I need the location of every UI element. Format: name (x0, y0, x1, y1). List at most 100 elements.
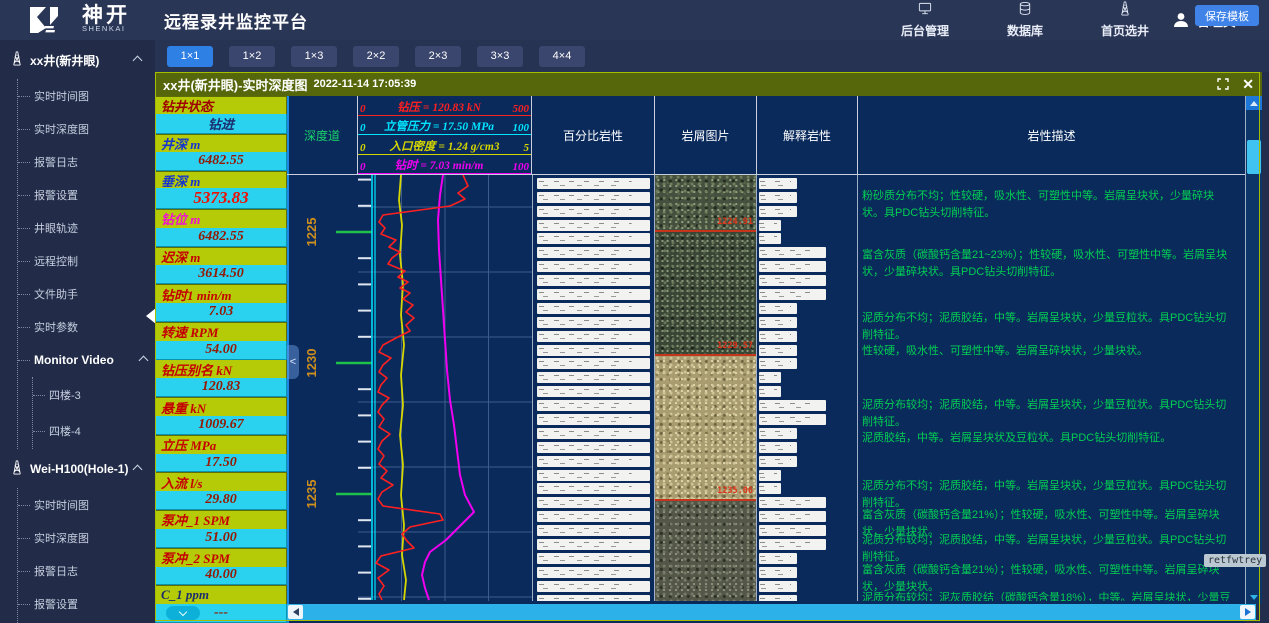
parameter-dropdown[interactable] (166, 606, 200, 620)
interpreted-lithology-bar (759, 345, 797, 356)
parameter-label: 泵冲_1 SPM (155, 510, 287, 529)
sidebar-item[interactable]: 报警设置 (18, 587, 155, 620)
sidebar-item-list: 实时时间图实时深度图报警日志报警设置井眼轨迹 (17, 488, 155, 623)
parameter: 井深 m6482.55 (155, 134, 287, 172)
sidebar-item[interactable]: 文件助手 (18, 277, 155, 310)
lithology-description: 性较硬，吸水性、可塑性中等。岩屑呈碎块状，少量块状。 (862, 343, 1235, 360)
nav-database[interactable]: 数据库 (1007, 0, 1043, 40)
scroll-down-arrow[interactable] (1246, 590, 1262, 604)
sidebar-item[interactable]: 实时深度图 (18, 112, 155, 145)
database-icon (1017, 1, 1033, 21)
curve-max: 5 (523, 142, 529, 154)
sidebar-well-section[interactable]: xx井(新井眼) (0, 40, 155, 79)
nav-well-select-label: 首页选井 (1101, 22, 1149, 39)
cuttings-photo-segment: 1224.91 (655, 175, 756, 232)
depth-track-header: 深度道 (287, 96, 358, 174)
parameter: 迟深 m3614.50 (155, 247, 287, 285)
sidebar-item[interactable]: 实时参数 (18, 310, 155, 343)
parameter-value: 54.00 (155, 341, 287, 360)
param-panel-collapse-handle[interactable]: < (287, 345, 299, 379)
interpreted-lithology-bar (759, 414, 826, 425)
sidebar-item[interactable]: 报警日志 (18, 145, 155, 178)
lithology-row (537, 511, 650, 522)
lithology-description: 泥质分布较均；泥灰质胶结（碳酸钙含量18%），中等。岩屑呈块状，少量豆粒状。具P… (862, 590, 1235, 601)
parameter: 入流 l/s29.80 (155, 472, 287, 510)
depth-curve-track: 122512301235 (287, 175, 532, 601)
curve-name-value: 立管压力 = 17.50 MPa (384, 118, 494, 134)
vertical-scrollbar[interactable] (1245, 96, 1262, 604)
sidebar-item[interactable]: 四楼-3 (33, 377, 155, 413)
lithology-description: 泥质分布较均；泥质胶结，中等。岩屑呈块状，少量豆粒状。具PDC钻头切削特征。 (862, 532, 1235, 566)
sidebar-item[interactable]: 报警设置 (18, 178, 155, 211)
lithology-row (537, 442, 650, 453)
sidebar-item[interactable]: 实时深度图 (18, 521, 155, 554)
scroll-up-arrow[interactable] (1246, 96, 1262, 110)
horizontal-scrollbar[interactable] (287, 604, 1256, 620)
interpreted-lithology-bar (759, 220, 781, 231)
nav-admin-label: 后台管理 (901, 22, 949, 39)
parameter-value: 3614.50 (155, 265, 287, 284)
sidebar-item[interactable]: 四楼-4 (33, 413, 155, 449)
lithology-row (537, 178, 650, 189)
parameter-value: 1009.67 (155, 416, 287, 435)
lithology-row (537, 414, 650, 425)
interpreted-lithology-bar (759, 539, 826, 550)
layout-button-3x3[interactable]: 3×3 (477, 46, 523, 67)
logo: 神开 SHENKAI (28, 6, 130, 34)
interpreted-lithology-bar (759, 331, 797, 342)
parameter-value: 6482.55 (155, 152, 287, 171)
sidebar-subsection[interactable]: Monitor Video (18, 343, 155, 377)
layout-button-2x3[interactable]: 2×3 (415, 46, 461, 67)
interpreted-lithology-bar (759, 470, 781, 481)
parameter-value: --- (155, 604, 287, 623)
close-icon[interactable]: ✕ (1242, 77, 1254, 91)
parameter: 钻压别名 kN120.83 (155, 359, 287, 397)
layout-button-4x4[interactable]: 4×4 (539, 46, 585, 67)
parameter: 转速 RPM54.00 (155, 322, 287, 360)
curve-name-value: 入口密度 = 1.24 g/cm3 (389, 138, 499, 154)
sidebar-item[interactable]: 报警日志 (18, 554, 155, 587)
svg-text:1235: 1235 (304, 480, 319, 509)
nav-admin[interactable]: 后台管理 (901, 0, 949, 40)
sidebar-item[interactable]: 实时时间图 (18, 79, 155, 112)
logo-cn: 神开 (82, 7, 130, 24)
sidebar-item[interactable]: 实时时间图 (18, 488, 155, 521)
lithology-row (537, 400, 650, 411)
lithology-row (537, 483, 650, 494)
lithology-row (537, 233, 650, 244)
nav-well-select[interactable]: 首页选井 (1101, 0, 1149, 40)
scroll-right-arrow[interactable] (1240, 605, 1255, 619)
curve-min: 0 (360, 122, 366, 134)
layout-button-2x2[interactable]: 2×2 (353, 46, 399, 67)
app-title: 远程录井监控平台 (164, 8, 308, 33)
layout-button-1x3[interactable]: 1×3 (291, 46, 337, 67)
layout-button-1x2[interactable]: 1×2 (229, 46, 275, 67)
vertical-scroll-thumb[interactable] (1247, 140, 1261, 174)
lithology-row (537, 581, 650, 592)
top-header: 神开 SHENKAI 远程录井监控平台 后台管理数据库首页选井 管理员2 (0, 0, 1269, 40)
parameter-value: 7.03 (155, 303, 287, 322)
fullscreen-icon[interactable] (1217, 78, 1229, 90)
chevron-down-icon (179, 608, 187, 616)
interpreted-lithology-bar (759, 567, 797, 578)
parameter: 钻位 m6482.55 (155, 209, 287, 247)
parameter-value: 5373.83 (155, 188, 287, 209)
parameter: 泵冲_1 SPM51.00 (155, 510, 287, 548)
layout-button-1x1[interactable]: 1×1 (167, 46, 213, 67)
parameter-label: 转速 RPM (155, 322, 287, 341)
parameter-value: 17.50 (155, 454, 287, 473)
lithology-row (537, 539, 650, 550)
interpreted-lithology-bar (759, 247, 826, 258)
sidebar-item[interactable]: 井眼轨迹 (18, 211, 155, 244)
lithology-description: 泥质分布不均；泥质胶结，中等。岩屑呈块状，少量豆粒状。具PDC钻头切削特征。 (862, 310, 1235, 344)
lithology-row (537, 192, 650, 203)
interpreted-lithology-bar (759, 456, 797, 467)
scroll-left-arrow[interactable] (288, 605, 303, 619)
sidebar-well-section[interactable]: Wei-H100(Hole-1) (0, 449, 155, 488)
sidebar-item[interactable]: 远程控制 (18, 244, 155, 277)
cuttings-photo-header: 岩屑图片 (655, 96, 757, 174)
lithology-description: 泥质胶结，中等。岩屑呈块状及豆粒状。具PDC钻头切削特征。 (862, 430, 1235, 447)
interpreted-lithology-bar (759, 261, 826, 272)
interpreted-lithology-bar (759, 386, 781, 397)
save-template-button[interactable]: 保存模板 (1195, 5, 1259, 26)
